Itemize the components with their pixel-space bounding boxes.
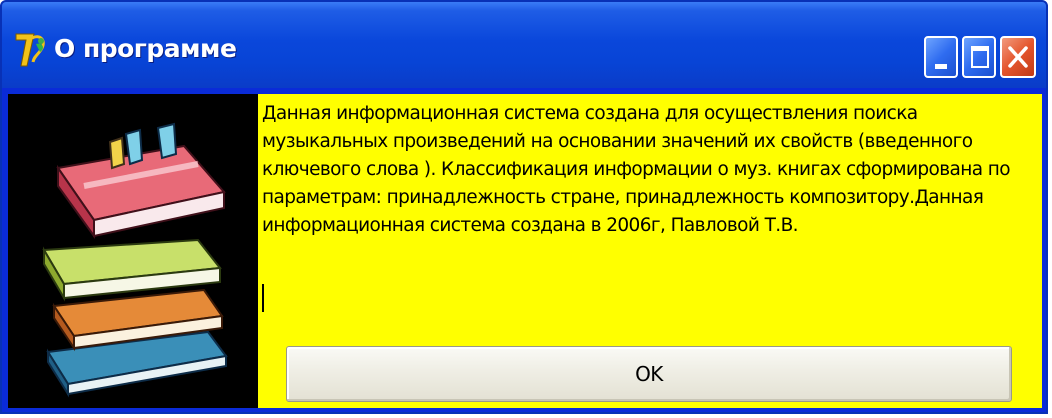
about-message-text: Данная информационная система создана дл…: [262, 103, 1011, 236]
window-title: О программе: [54, 34, 237, 63]
ok-button[interactable]: OK: [286, 346, 1012, 402]
about-dialog-window: О программе Данная информационная систем…: [0, 0, 1048, 414]
minimize-button[interactable]: [924, 36, 958, 78]
delphi-app-icon: [15, 33, 45, 67]
text-caret: [262, 284, 264, 312]
picture-box: [8, 94, 258, 408]
title-bar[interactable]: О программе: [2, 2, 1046, 88]
close-icon: [1008, 46, 1028, 68]
minimize-icon: [935, 64, 947, 69]
books-stack-icon: [42, 122, 228, 398]
close-button[interactable]: [1000, 36, 1036, 78]
maximize-button[interactable]: [962, 36, 996, 78]
dialog-client-area: Данная информационная система создана дл…: [8, 94, 1042, 408]
maximize-icon: [971, 46, 989, 68]
